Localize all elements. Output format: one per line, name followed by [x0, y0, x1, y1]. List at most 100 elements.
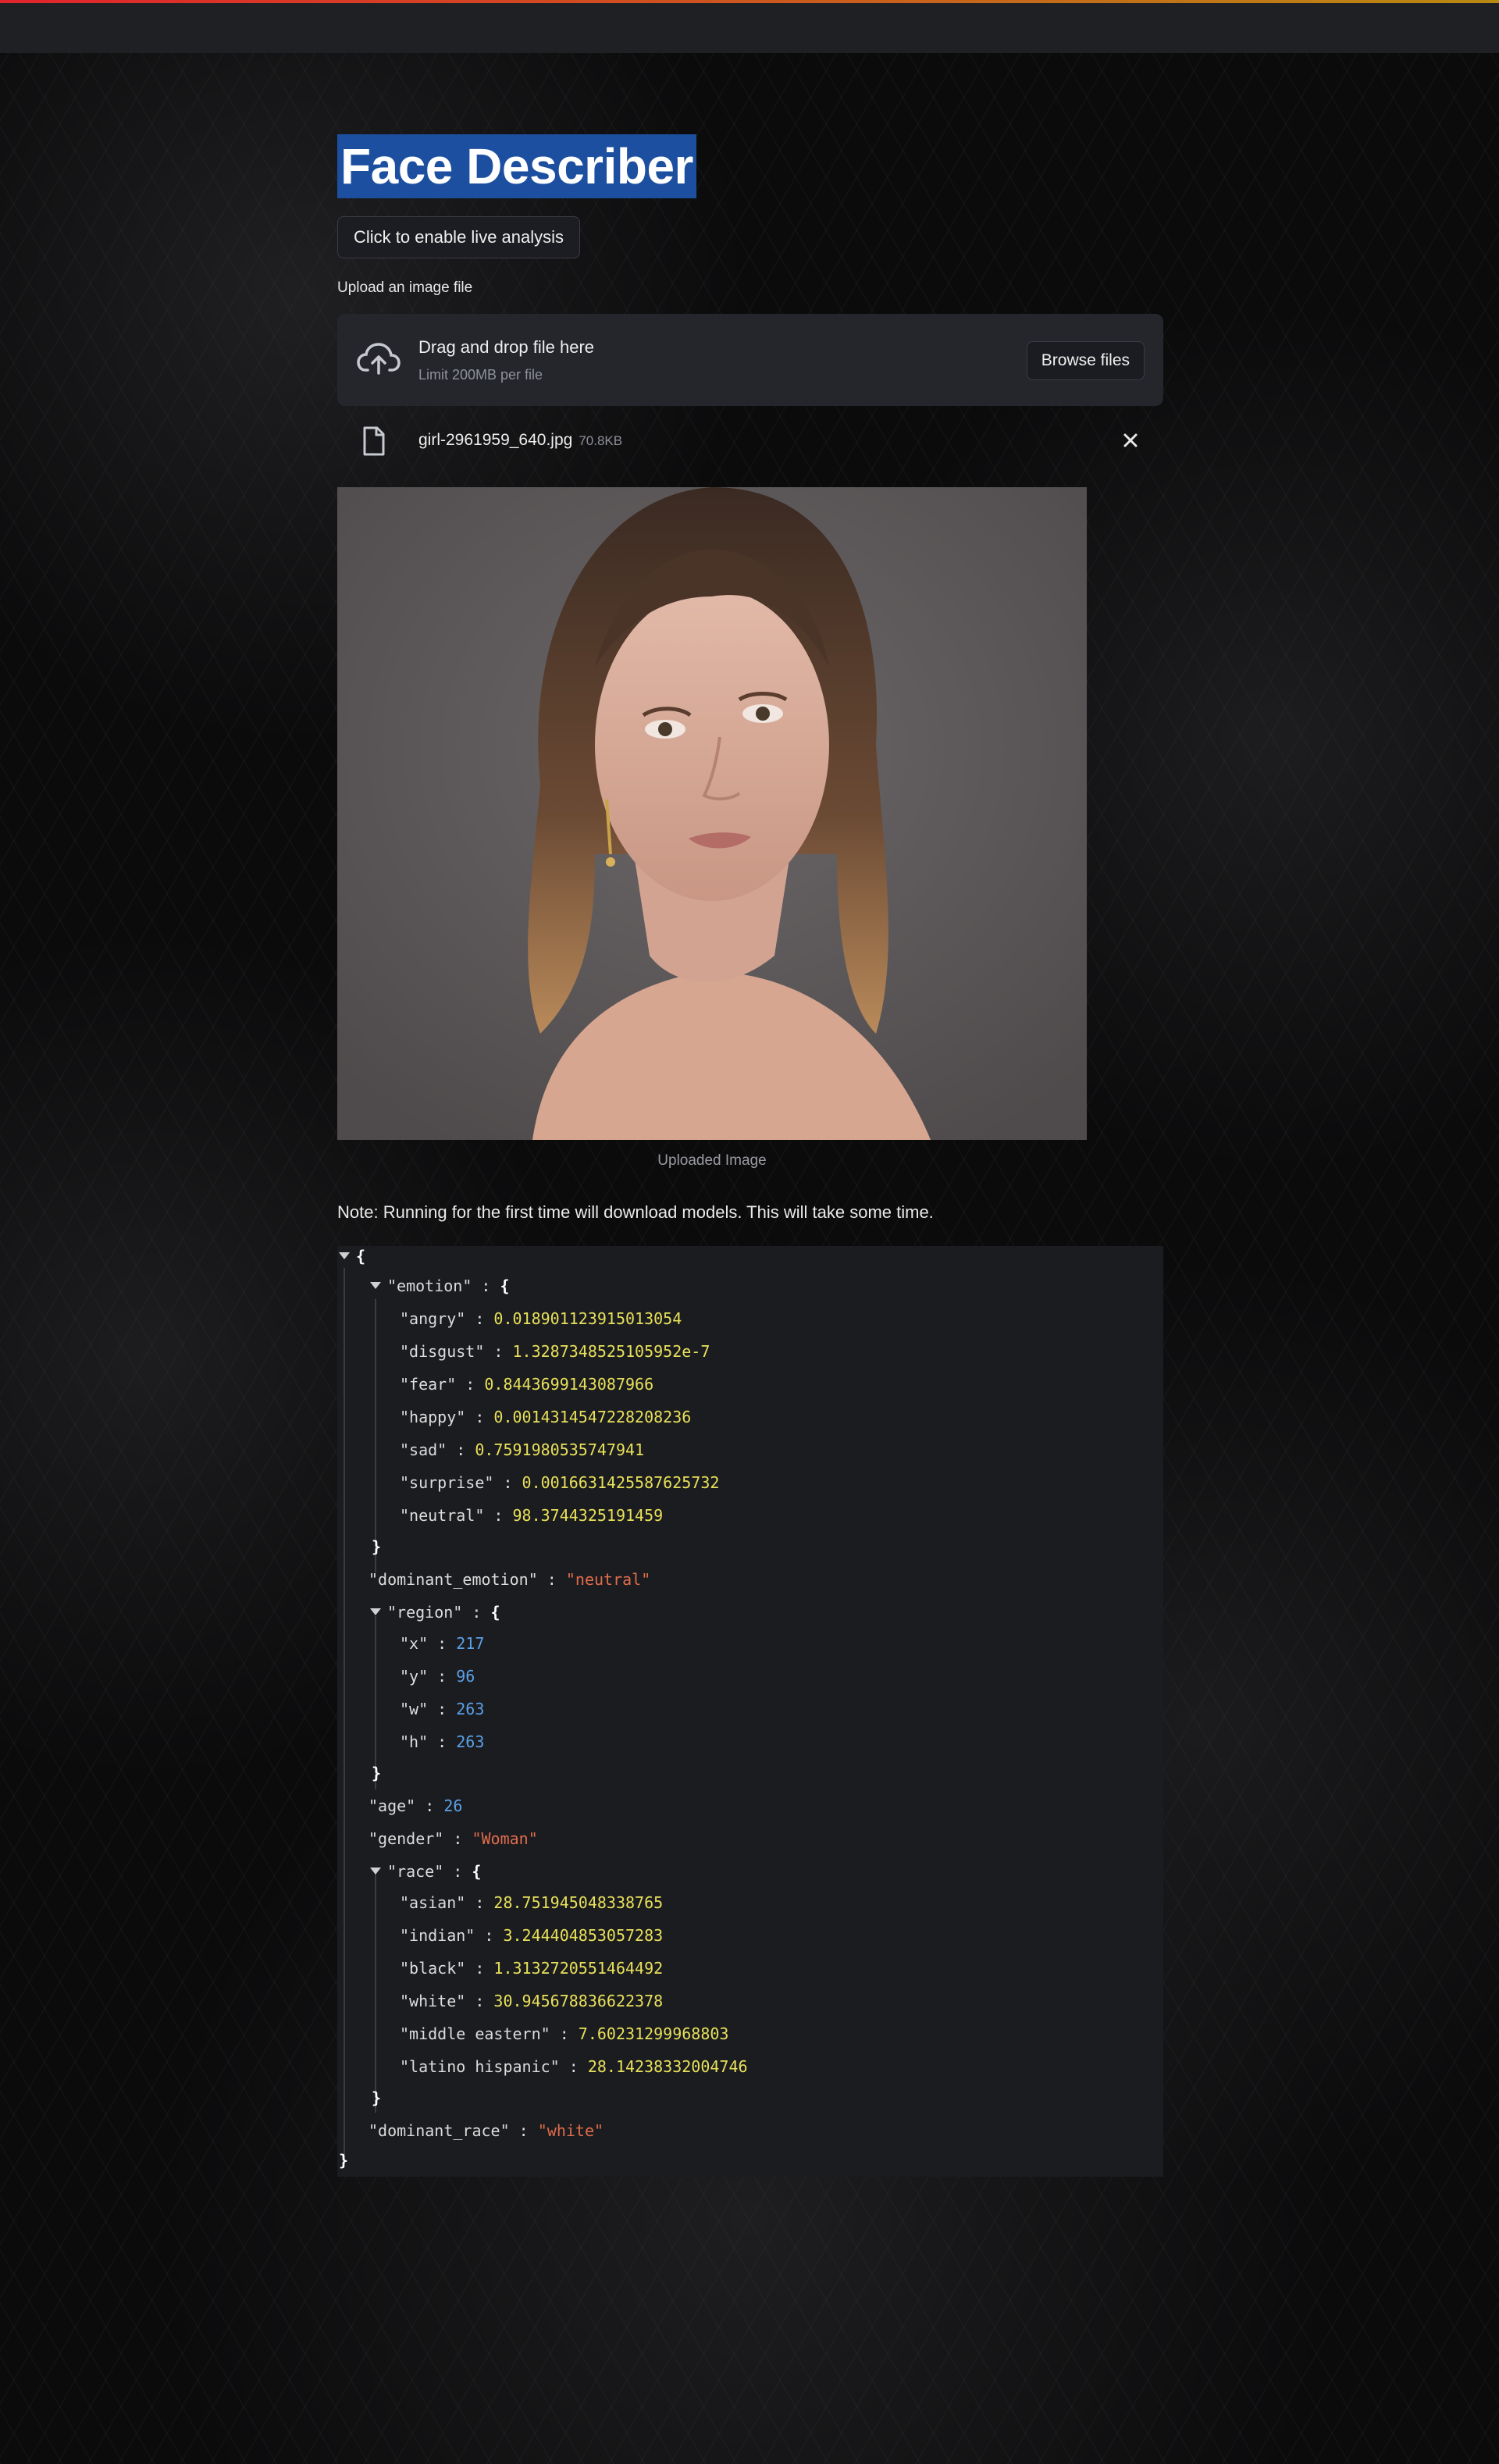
dropzone-title: Drag and drop file here [418, 337, 595, 357]
json-key: "x" [400, 1634, 429, 1653]
collapse-triangle-icon[interactable] [370, 1868, 381, 1875]
json-line: "white" : 30.945678836622378 [400, 1992, 664, 2010]
json-line: "sad" : 0.7591980535747941 [400, 1440, 645, 1459]
json-key: "race" [387, 1862, 444, 1881]
json-line: "asian" : 28.751945048338765 [400, 1893, 664, 1912]
json-key: "happy" [400, 1408, 466, 1426]
json-line: "surprise" : 0.0016631425587625732 [400, 1473, 720, 1492]
json-line: "fear" : 0.8443699143087966 [400, 1375, 654, 1394]
json-root-open: { [356, 1247, 366, 1266]
json-key: "region" [387, 1603, 463, 1622]
json-line: "race" : { [387, 1862, 482, 1881]
json-line: "indian" : 3.244404853057283 [400, 1926, 664, 1945]
page-title: Face Describer [337, 134, 696, 198]
json-line: "latino hispanic" : 28.14238332004746 [400, 2057, 748, 2076]
json-key: "disgust" [400, 1342, 485, 1361]
collapse-triangle-icon[interactable] [370, 1608, 381, 1615]
json-value: 96 [456, 1667, 475, 1686]
json-line: "y" : 96 [400, 1667, 475, 1686]
uploaded-file-row: girl-2961959_640.jpg 70.8KB [337, 422, 1163, 462]
enable-live-analysis-button[interactable]: Click to enable live analysis [337, 216, 581, 258]
json-value: 0.018901123915013054 [493, 1309, 682, 1328]
file-name: girl-2961959_640.jpg 70.8KB [418, 431, 622, 450]
uploaded-image [337, 487, 1087, 1140]
json-value: 1.3287348525105952e-7 [512, 1342, 710, 1361]
dropzone-limit: Limit 200MB per file [418, 367, 543, 383]
json-value: 217 [456, 1634, 485, 1653]
first-run-note: Note: Running for the first time will do… [337, 1202, 934, 1222]
json-value: 0.0014314547228208236 [493, 1408, 692, 1426]
json-line: "emotion" : { [387, 1277, 510, 1295]
json-key: "w" [400, 1700, 429, 1718]
json-key: "middle eastern" [400, 2024, 550, 2043]
json-value: 26 [443, 1796, 463, 1815]
json-close-brace: } [372, 1764, 382, 1782]
upload-label: Upload an image file [337, 280, 473, 296]
json-key: "latino hispanic" [400, 2057, 560, 2076]
app-header-bar [0, 0, 1499, 53]
json-close-brace: } [372, 2088, 382, 2107]
json-value: 263 [456, 1700, 485, 1718]
json-key: "emotion" [387, 1277, 472, 1295]
collapse-triangle-icon[interactable] [370, 1282, 381, 1289]
json-key: "sad" [400, 1440, 447, 1459]
json-line: "age" : 26 [369, 1796, 463, 1815]
json-guide-race [375, 1874, 376, 2113]
close-icon[interactable] [1120, 429, 1141, 451]
json-line: "region" : { [387, 1603, 500, 1622]
json-value: "neutral" [565, 1570, 651, 1589]
json-value: 30.945678836622378 [493, 1992, 664, 2010]
image-caption: Uploaded Image [657, 1152, 767, 1169]
json-line: "x" : 217 [400, 1634, 485, 1653]
json-value: "white" [537, 2121, 604, 2140]
json-key: "dominant_emotion" [369, 1570, 538, 1589]
json-line: "angry" : 0.018901123915013054 [400, 1309, 682, 1328]
json-line: "h" : 263 [400, 1732, 485, 1751]
json-value: 0.0016631425587625732 [522, 1473, 720, 1492]
analysis-json-viewer: { "emotion" : { "angry" : 0.018901123915… [337, 1246, 1163, 2177]
json-value: 98.3744325191459 [512, 1506, 664, 1525]
json-close-brace: } [372, 1537, 382, 1556]
json-guide-emotion [375, 1299, 376, 1572]
json-key: "surprise" [400, 1473, 494, 1492]
json-guide-root [344, 1268, 345, 2164]
file-icon [363, 426, 385, 456]
json-key: "indian" [400, 1926, 475, 1945]
json-line: "neutral" : 98.3744325191459 [400, 1506, 664, 1525]
json-root-close: } [339, 2151, 349, 2170]
json-line: "black" : 1.3132720551464492 [400, 1959, 664, 1978]
collapse-triangle-icon[interactable] [339, 1252, 350, 1259]
json-key: "asian" [400, 1893, 466, 1912]
json-line: "w" : 263 [400, 1700, 485, 1718]
cloud-upload-icon [357, 343, 401, 375]
json-value: 28.751945048338765 [493, 1893, 664, 1912]
json-value: 7.60231299968803 [578, 2024, 729, 2043]
json-key: "age" [369, 1796, 416, 1815]
json-value: 0.7591980535747941 [475, 1440, 645, 1459]
json-line: "gender" : "Woman" [369, 1829, 538, 1848]
json-key: "h" [400, 1732, 429, 1751]
json-line: "disgust" : 1.3287348525105952e-7 [400, 1342, 710, 1361]
json-key: "black" [400, 1959, 466, 1978]
json-value: "Woman" [472, 1829, 538, 1848]
json-line: "happy" : 0.0014314547228208236 [400, 1408, 692, 1426]
json-key: "dominant_race" [369, 2121, 510, 2140]
file-dropzone[interactable]: Drag and drop file here Limit 200MB per … [337, 314, 1163, 406]
json-key: "white" [400, 1992, 466, 2010]
json-line: "dominant_race" : "white" [369, 2121, 604, 2140]
json-value: 263 [456, 1732, 485, 1751]
json-value: 1.3132720551464492 [493, 1959, 664, 1978]
json-key: "y" [400, 1667, 429, 1686]
json-value: 3.244404853057283 [503, 1926, 664, 1945]
json-key: "fear" [400, 1375, 457, 1394]
json-line: "dominant_emotion" : "neutral" [369, 1570, 651, 1589]
json-key: "gender" [369, 1829, 444, 1848]
file-name-text: girl-2961959_640.jpg [418, 431, 573, 449]
portrait-illustration [337, 487, 1087, 1140]
json-key: "neutral" [400, 1506, 485, 1525]
json-value: 28.14238332004746 [587, 2057, 748, 2076]
json-line: "middle eastern" : 7.60231299968803 [400, 2024, 729, 2043]
json-key: "angry" [400, 1309, 466, 1328]
browse-files-button[interactable]: Browse files [1026, 341, 1145, 380]
json-value: 0.8443699143087966 [484, 1375, 654, 1394]
